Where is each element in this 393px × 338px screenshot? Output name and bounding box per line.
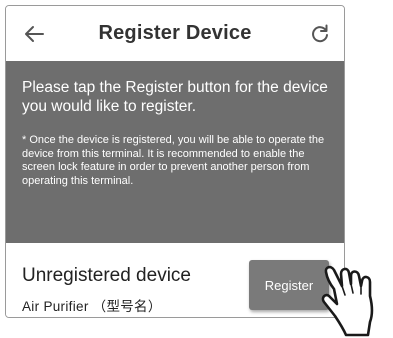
device-list-item: Unregistered device Air Purifier （型号名） R… xyxy=(6,243,344,317)
phone-screen: Register Device Please tap the Register … xyxy=(5,5,345,318)
tapping-hand-icon xyxy=(321,265,374,337)
device-name: Unregistered device xyxy=(22,265,191,286)
instruction-panel: Please tap the Register button for the d… xyxy=(6,61,344,243)
page-title: Register Device xyxy=(98,22,252,44)
instruction-note: * Once the device is registered, you wil… xyxy=(22,134,325,187)
device-model: Air Purifier （型号名） xyxy=(22,299,162,314)
instruction-text: Please tap the Register button for the d… xyxy=(22,79,328,115)
register-button[interactable]: Register xyxy=(249,260,329,310)
app-header: Register Device xyxy=(6,6,344,61)
refresh-icon[interactable] xyxy=(310,24,330,44)
